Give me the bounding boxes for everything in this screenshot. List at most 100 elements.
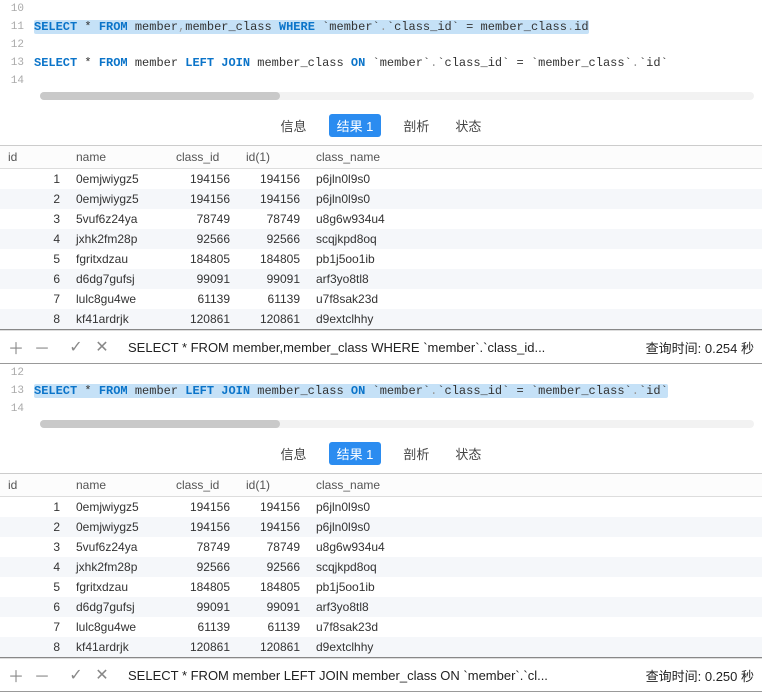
col-header-class-name[interactable]: class_name (308, 146, 428, 169)
table-row[interactable]: 35vuf6z24ya7874978749u8g6w934u4 (0, 537, 762, 557)
table-row[interactable]: 5fgritxdzau184805184805pb1j5oo1ib (0, 577, 762, 597)
tab-status[interactable]: 状态 (451, 114, 485, 137)
code-content[interactable] (34, 36, 762, 54)
code-content[interactable] (34, 72, 762, 90)
apply-icon[interactable]: ✓ (68, 337, 84, 357)
table-row[interactable]: 4jxhk2fm28p9256692566scqjkpd8oq (0, 229, 762, 249)
cell-id1: 120861 (238, 309, 308, 329)
cell-rownum: 4 (30, 229, 68, 249)
tab-result[interactable]: 结果 1 (329, 114, 382, 137)
status-icons: ＋ － ✓ ✕ (8, 335, 110, 359)
horizontal-scrollbar[interactable] (40, 92, 754, 100)
cell-class-name: u8g6w934u4 (308, 209, 428, 229)
cell-rownum: 1 (30, 497, 68, 518)
code-line[interactable]: 13SELECT * FROM member LEFT JOIN member_… (0, 382, 762, 400)
cell-class-name: u7f8sak23d (308, 289, 428, 309)
cell-rownum: 3 (30, 537, 68, 557)
cell-id1: 61139 (238, 617, 308, 637)
line-number: 12 (0, 364, 34, 382)
code-content[interactable]: SELECT * FROM member,member_class WHERE … (34, 18, 762, 36)
cell-rownum: 7 (30, 289, 68, 309)
cancel-icon[interactable]: ✕ (94, 337, 110, 357)
cell-class-name: u8g6w934u4 (308, 537, 428, 557)
cell-class-id: 194156 (168, 189, 238, 209)
table-row[interactable]: 5fgritxdzau184805184805pb1j5oo1ib (0, 249, 762, 269)
table-row[interactable]: 7lulc8gu4we6113961139u7f8sak23d (0, 617, 762, 637)
code-content[interactable]: SELECT * FROM member LEFT JOIN member_cl… (34, 382, 762, 400)
code-content[interactable]: SELECT * FROM member LEFT JOIN member_cl… (34, 54, 762, 72)
code-line[interactable]: 10 (0, 0, 762, 18)
table-row[interactable]: 20emjwiygz5194156194156p6jln0l9s0 (0, 189, 762, 209)
cell-rownum: 4 (30, 557, 68, 577)
tab-status[interactable]: 状态 (451, 442, 485, 465)
status-timing: 查询时间: 0.254 秒 (646, 338, 754, 357)
col-header-class-name[interactable]: class_name (308, 474, 428, 497)
table-row[interactable]: 20emjwiygz5194156194156p6jln0l9s0 (0, 517, 762, 537)
line-number: 10 (0, 0, 34, 18)
code-line[interactable]: 14 (0, 72, 762, 90)
table-row[interactable]: 7lulc8gu4we6113961139u7f8sak23d (0, 289, 762, 309)
horizontal-scrollbar[interactable] (40, 420, 754, 428)
cell-name: 5vuf6z24ya (68, 537, 168, 557)
cell-name: 0emjwiygz5 (68, 497, 168, 518)
col-header-id1[interactable]: id(1) (238, 146, 308, 169)
tab-profile[interactable]: 剖析 (399, 442, 433, 465)
apply-icon[interactable]: ✓ (68, 665, 84, 685)
tab-info[interactable]: 信息 (277, 114, 311, 137)
cell-class-name: d9extclhhy (308, 309, 428, 329)
col-header-name[interactable]: name (68, 474, 168, 497)
add-row-icon[interactable]: ＋ (8, 663, 24, 687)
cell-class-name: pb1j5oo1ib (308, 577, 428, 597)
code-content[interactable] (34, 400, 762, 418)
tab-info[interactable]: 信息 (277, 442, 311, 465)
remove-row-icon[interactable]: － (34, 335, 50, 359)
cell-id1: 194156 (238, 497, 308, 518)
col-header-id1[interactable]: id(1) (238, 474, 308, 497)
table-row[interactable]: 35vuf6z24ya7874978749u8g6w934u4 (0, 209, 762, 229)
code-line[interactable]: 12 (0, 36, 762, 54)
cancel-icon[interactable]: ✕ (94, 665, 110, 685)
cell-id1: 92566 (238, 557, 308, 577)
cell-rownum: 8 (30, 309, 68, 329)
result-grid[interactable]: idnameclass_idid(1)class_name10emjwiygz5… (0, 473, 762, 658)
cell-id1: 78749 (238, 209, 308, 229)
col-header-id[interactable]: id (0, 146, 68, 169)
col-header-class-id[interactable]: class_id (168, 146, 238, 169)
code-line[interactable]: 13SELECT * FROM member LEFT JOIN member_… (0, 54, 762, 72)
status-statement: SELECT * FROM member,member_class WHERE … (120, 340, 636, 355)
result-grid[interactable]: idnameclass_idid(1)class_name10emjwiygz5… (0, 145, 762, 330)
col-header-id[interactable]: id (0, 474, 68, 497)
cell-class-name: p6jln0l9s0 (308, 497, 428, 518)
code-line[interactable]: 11SELECT * FROM member,member_class WHER… (0, 18, 762, 36)
tab-result[interactable]: 结果 1 (329, 442, 382, 465)
sql-editor[interactable]: 1213SELECT * FROM member LEFT JOIN membe… (0, 364, 762, 434)
code-line[interactable]: 14 (0, 400, 762, 418)
tab-profile[interactable]: 剖析 (399, 114, 433, 137)
cell-rownum: 1 (30, 169, 68, 190)
add-row-icon[interactable]: ＋ (8, 335, 24, 359)
cell-name: kf41ardrjk (68, 637, 168, 657)
header-row: idnameclass_idid(1)class_name (0, 146, 762, 169)
header-row: idnameclass_idid(1)class_name (0, 474, 762, 497)
cell-class-id: 120861 (168, 309, 238, 329)
cell-class-name: scqjkpd8oq (308, 229, 428, 249)
table-row[interactable]: 10emjwiygz5194156194156p6jln0l9s0 (0, 497, 762, 518)
remove-row-icon[interactable]: － (34, 663, 50, 687)
col-header-name[interactable]: name (68, 146, 168, 169)
cell-name: jxhk2fm28p (68, 229, 168, 249)
scrollbar-thumb[interactable] (40, 92, 280, 100)
table-row[interactable]: 6d6dg7gufsj9909199091arf3yo8tl8 (0, 269, 762, 289)
table-row[interactable]: 8kf41ardrjk120861120861d9extclhhy (0, 309, 762, 329)
code-content[interactable] (34, 364, 762, 382)
sql-editor[interactable]: 1011SELECT * FROM member,member_class WH… (0, 0, 762, 106)
line-number: 13 (0, 54, 34, 72)
table-row[interactable]: 6d6dg7gufsj9909199091arf3yo8tl8 (0, 597, 762, 617)
scrollbar-thumb[interactable] (40, 420, 280, 428)
table-row[interactable]: 8kf41ardrjk120861120861d9extclhhy (0, 637, 762, 657)
cell-class-name: d9extclhhy (308, 637, 428, 657)
col-header-class-id[interactable]: class_id (168, 474, 238, 497)
table-row[interactable]: 4jxhk2fm28p9256692566scqjkpd8oq (0, 557, 762, 577)
code-line[interactable]: 12 (0, 364, 762, 382)
code-content[interactable] (34, 0, 762, 18)
table-row[interactable]: 10emjwiygz5194156194156p6jln0l9s0 (0, 169, 762, 190)
